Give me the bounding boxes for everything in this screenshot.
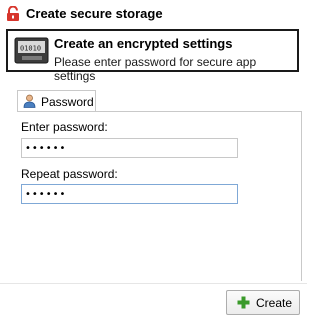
safe-icon: 01010 xyxy=(14,37,49,64)
header-title: Create an encrypted settings xyxy=(54,36,233,51)
password-label: Enter password: xyxy=(21,120,108,134)
repeat-password-label: Repeat password: xyxy=(21,167,118,181)
create-button[interactable]: Create xyxy=(226,290,300,315)
lock-icon xyxy=(7,6,19,21)
repeat-password-field[interactable] xyxy=(21,184,238,204)
plus-icon xyxy=(237,296,250,309)
user-icon xyxy=(23,94,36,108)
svg-text:01010: 01010 xyxy=(20,45,41,53)
password-field[interactable] xyxy=(21,138,238,158)
header-subtitle: Please enter password for secure app set… xyxy=(54,55,257,83)
footer-divider xyxy=(0,283,307,284)
tab-password[interactable]: Password xyxy=(17,90,96,112)
create-button-label: Create xyxy=(256,296,293,310)
title-bar: Create secure storage xyxy=(0,0,307,28)
window-title: Create secure storage xyxy=(26,6,163,21)
tab-label: Password xyxy=(41,95,94,109)
header-panel: 01010 Create an encrypted settings Pleas… xyxy=(6,29,299,83)
